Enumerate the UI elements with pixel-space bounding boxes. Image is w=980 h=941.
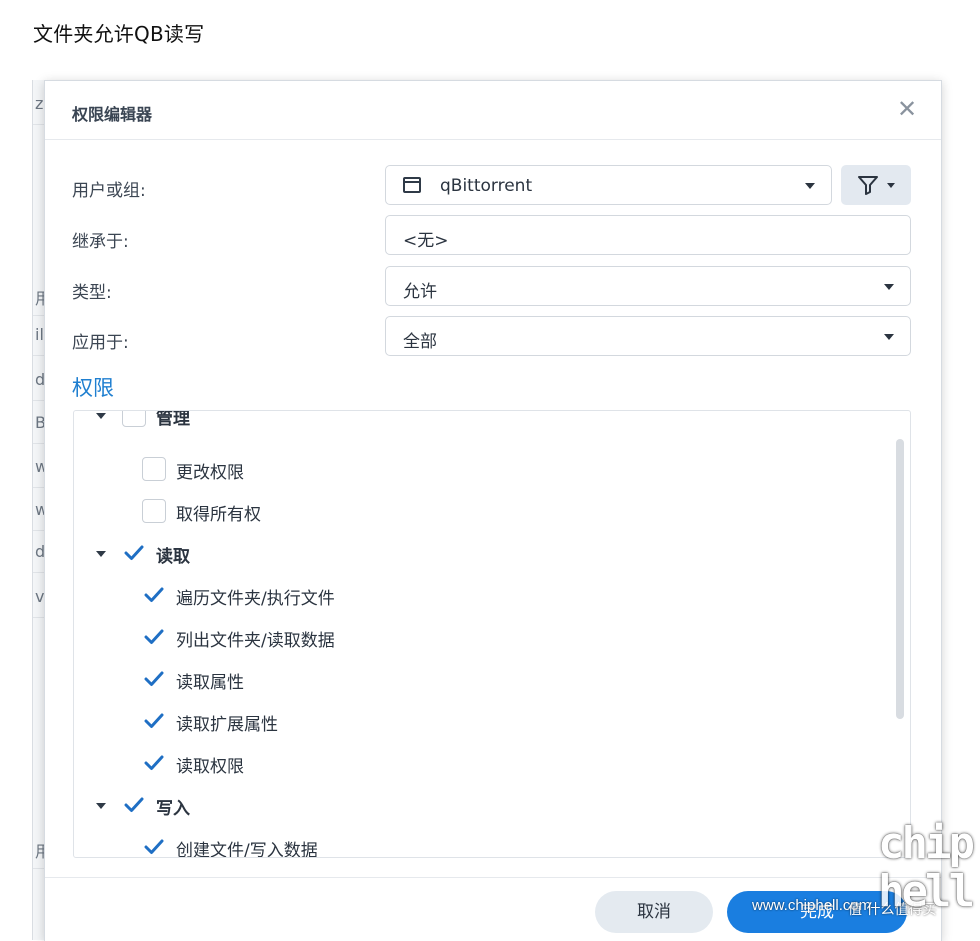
permission-label: 遍历文件夹/执行文件 (176, 589, 335, 609)
permission-group[interactable]: 读取 (96, 541, 696, 567)
permission-label: 取得所有权 (176, 505, 261, 525)
watermark-logo-line: hell (878, 866, 975, 917)
check-icon (144, 839, 164, 854)
watermark-logo: chip hell (878, 818, 975, 932)
checkbox[interactable] (142, 709, 166, 733)
post-title: 文件夹允许QB读写 (33, 22, 205, 46)
type-select[interactable]: 允许 (385, 266, 911, 306)
checkbox[interactable] (142, 667, 166, 691)
checkbox[interactable] (142, 583, 166, 607)
chevron-down-icon (805, 183, 815, 189)
dialog-title: 权限编辑器 (72, 105, 153, 124)
checkbox[interactable] (142, 457, 166, 481)
chevron-down-icon (884, 284, 894, 290)
permission-editor-dialog: 权限编辑器 ✕ 用户或组: qBittorrent 继承于: <无> 类型: 允… (44, 80, 942, 941)
checkbox[interactable] (122, 793, 146, 817)
user-or-group-label: 用户或组: (72, 181, 146, 201)
checkbox[interactable] (122, 411, 146, 427)
apply-to-select[interactable]: 全部 (385, 316, 911, 356)
triangle-down-icon[interactable] (96, 803, 106, 809)
checkbox[interactable] (142, 625, 166, 649)
checkbox[interactable] (142, 499, 166, 523)
triangle-down-icon[interactable] (96, 551, 106, 557)
apply-to-label: 应用于: (72, 333, 129, 353)
user-or-group-select[interactable]: qBittorrent (385, 165, 832, 205)
chevron-down-icon (884, 334, 894, 340)
inherit-from-value: <无> (403, 231, 449, 251)
permission-item[interactable]: 读取扩展属性 (142, 709, 742, 735)
permission-label: 更改权限 (176, 463, 244, 483)
user-or-group-value: qBittorrent (440, 176, 533, 196)
dialog-header: 权限编辑器 ✕ (45, 81, 941, 140)
checkbox[interactable] (122, 541, 146, 565)
check-icon (124, 797, 144, 812)
permission-label: 读取 (156, 547, 190, 567)
permission-item[interactable]: 遍历文件夹/执行文件 (142, 583, 742, 609)
type-value: 允许 (403, 282, 437, 302)
permission-label: 写入 (156, 799, 190, 819)
watermark-logo-line: chip (878, 818, 975, 869)
check-icon (144, 629, 164, 644)
dialog-footer-divider (45, 877, 941, 878)
permission-group[interactable]: 写入 (96, 793, 696, 819)
permission-group[interactable]: 管理 (96, 410, 696, 429)
permission-item[interactable]: 列出文件夹/读取数据 (142, 625, 742, 651)
filter-button[interactable] (841, 165, 911, 205)
triangle-down-icon[interactable] (96, 413, 106, 419)
permission-item[interactable]: 读取权限 (142, 751, 742, 777)
inherit-from-field: <无> (385, 215, 911, 255)
type-label: 类型: (72, 283, 112, 303)
checkbox[interactable] (142, 751, 166, 775)
permission-item[interactable]: 取得所有权 (142, 499, 742, 525)
chevron-down-icon (887, 183, 895, 188)
cancel-button[interactable]: 取消 (595, 891, 713, 933)
permission-label: 读取权限 (176, 757, 244, 777)
permissions-section-title: 权限 (72, 376, 114, 400)
check-icon (144, 587, 164, 602)
scrollbar[interactable] (896, 439, 904, 719)
close-icon[interactable]: ✕ (895, 97, 919, 121)
check-icon (144, 671, 164, 686)
permission-tree: 管理更改权限取得所有权读取遍历文件夹/执行文件 列出文件夹/读取数据 读取属性读取扩… (73, 410, 911, 858)
check-icon (144, 713, 164, 728)
permission-label: 列出文件夹/读取数据 (176, 631, 335, 651)
filter-icon (858, 176, 878, 195)
permission-item[interactable]: 读取属性 (142, 667, 742, 693)
permission-label: 创建文件/写入数据 (176, 841, 318, 858)
permission-item[interactable]: 创建文件/写入数据 (142, 835, 742, 858)
checkbox[interactable] (142, 835, 166, 857)
window-icon (403, 177, 421, 193)
check-icon (144, 755, 164, 770)
permission-label: 读取属性 (176, 673, 244, 693)
permission-label: 读取扩展属性 (176, 715, 278, 735)
permission-label: 管理 (156, 410, 190, 429)
check-icon (124, 545, 144, 560)
permission-item[interactable]: 更改权限 (142, 457, 742, 483)
inherit-from-label: 继承于: (72, 232, 129, 252)
apply-to-value: 全部 (403, 332, 437, 352)
